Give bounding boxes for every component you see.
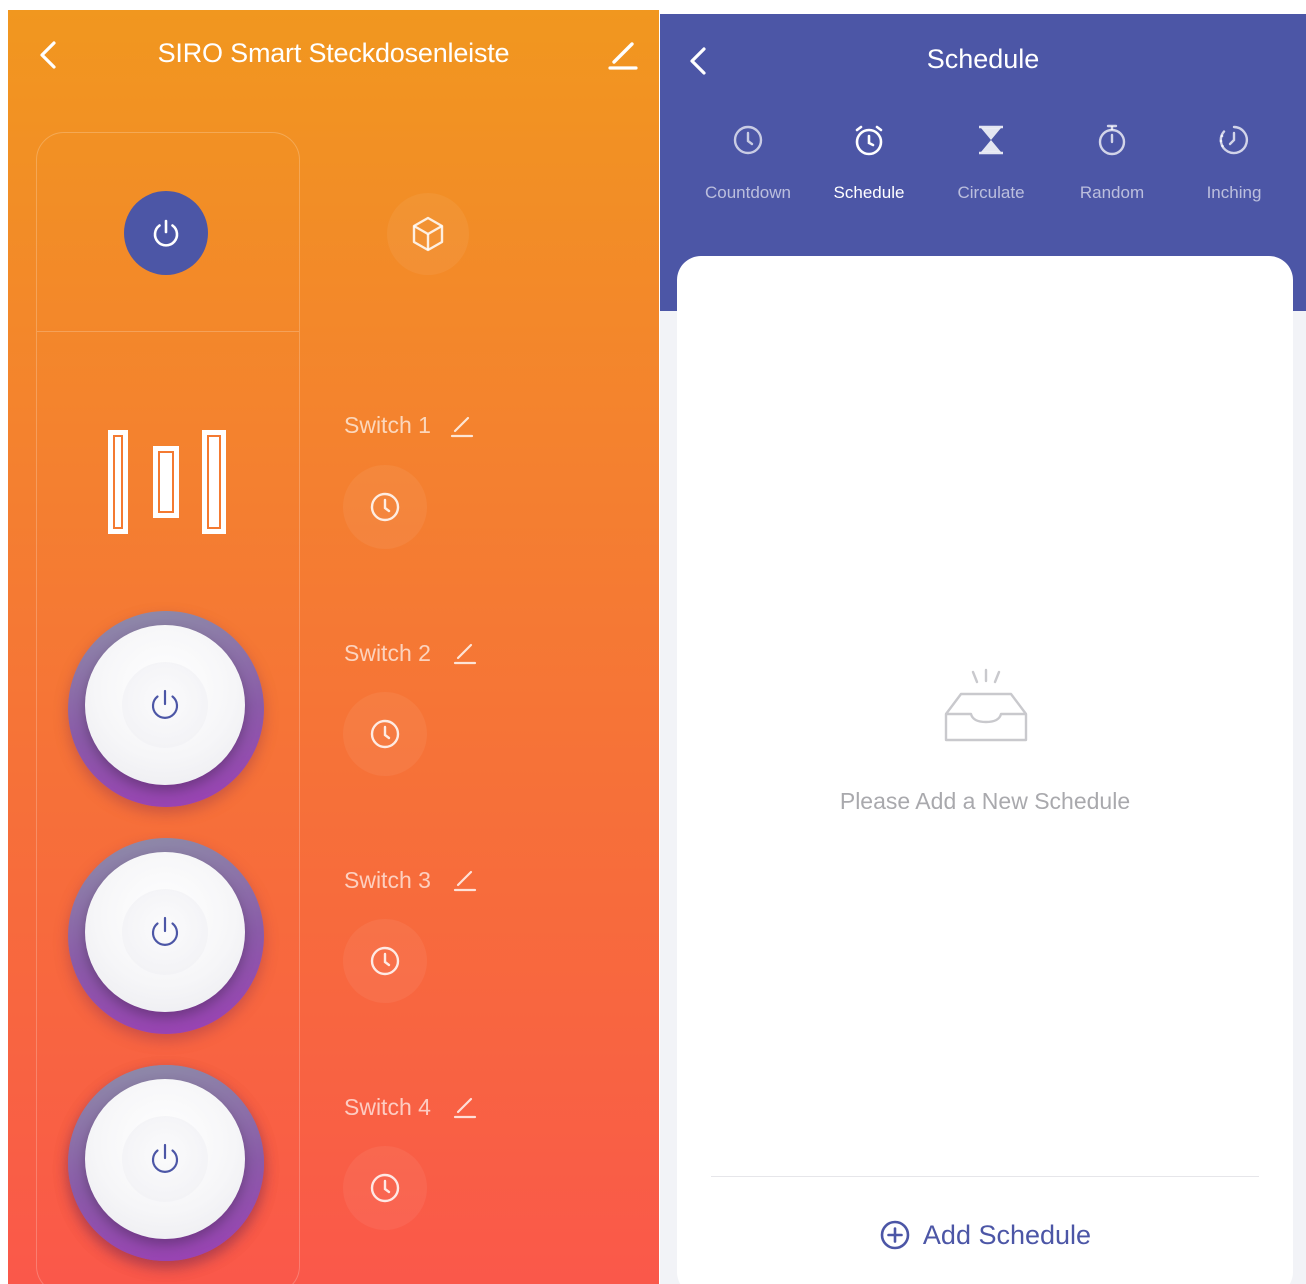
tab-circulate[interactable]: Circulate [930, 122, 1052, 203]
power-icon [151, 1143, 179, 1173]
tab-schedule[interactable]: Schedule [808, 122, 930, 203]
column-divider [37, 331, 299, 332]
tab-label: Circulate [957, 183, 1025, 202]
master-power-button[interactable] [124, 191, 208, 275]
switch-1-label: Switch 1 [344, 412, 431, 438]
add-schedule-button[interactable]: Add Schedule [677, 1206, 1293, 1264]
clock-icon [370, 492, 400, 522]
switch-2-timer-button[interactable] [343, 692, 427, 776]
timer-dotted-icon [1219, 125, 1249, 155]
switch-3-timer-button[interactable] [343, 919, 427, 1003]
cube-icon [412, 216, 444, 252]
brand-logo [108, 430, 226, 534]
clock-icon [370, 1173, 400, 1203]
switch-1-edit-icon[interactable] [449, 413, 475, 439]
hourglass-icon [979, 125, 1003, 155]
clock-icon [370, 719, 400, 749]
clock-icon [733, 125, 763, 155]
schedule-list-card: Please Add a New Schedule Add Schedule [677, 256, 1293, 1284]
tab-countdown[interactable]: Countdown [687, 122, 809, 203]
scene-cube-button[interactable] [387, 193, 469, 275]
power-icon [151, 916, 179, 946]
switch-3-edit-icon[interactable] [452, 867, 478, 893]
switch-4-edit-icon[interactable] [452, 1094, 478, 1120]
switch-1-knob[interactable] [68, 611, 264, 807]
plus-circle-icon [880, 1220, 910, 1250]
tab-inching[interactable]: Inching [1173, 122, 1295, 203]
switch-4-knob[interactable] [68, 1065, 264, 1261]
tab-label: Countdown [704, 183, 791, 202]
back-chevron-icon[interactable] [32, 38, 66, 72]
switch-2-knob[interactable] [68, 838, 264, 1034]
page-title: Schedule [926, 44, 1040, 74]
switch-4-timer-button[interactable] [343, 1146, 427, 1230]
tab-random[interactable]: Random [1051, 122, 1173, 203]
power-icon [151, 689, 179, 719]
switch-1-timer-button[interactable] [343, 465, 427, 549]
empty-state-message: Please Add a New Schedule [839, 788, 1131, 814]
alarm-clock-icon [855, 125, 883, 156]
edit-pencil-icon[interactable] [604, 36, 640, 72]
footer-divider [711, 1176, 1259, 1177]
tab-label: Schedule [833, 183, 905, 202]
stopwatch-icon [1098, 124, 1126, 156]
schedule-panel: Schedule Countdown Schedule Circulate Ra… [660, 14, 1306, 1284]
empty-inbox-icon [944, 668, 1028, 742]
clock-icon [370, 946, 400, 976]
tab-label: Random [1079, 183, 1145, 202]
switch-2-label: Switch 2 [344, 640, 431, 666]
switch-4-label: Switch 4 [344, 1094, 431, 1120]
add-schedule-label: Add Schedule [922, 1219, 1092, 1250]
switch-3-label: Switch 3 [344, 867, 431, 893]
switch-2-edit-icon[interactable] [452, 640, 478, 666]
tab-label: Inching [1206, 183, 1262, 202]
device-title: SIRO Smart Steckdosenleiste [157, 38, 510, 68]
power-icon [153, 219, 179, 247]
